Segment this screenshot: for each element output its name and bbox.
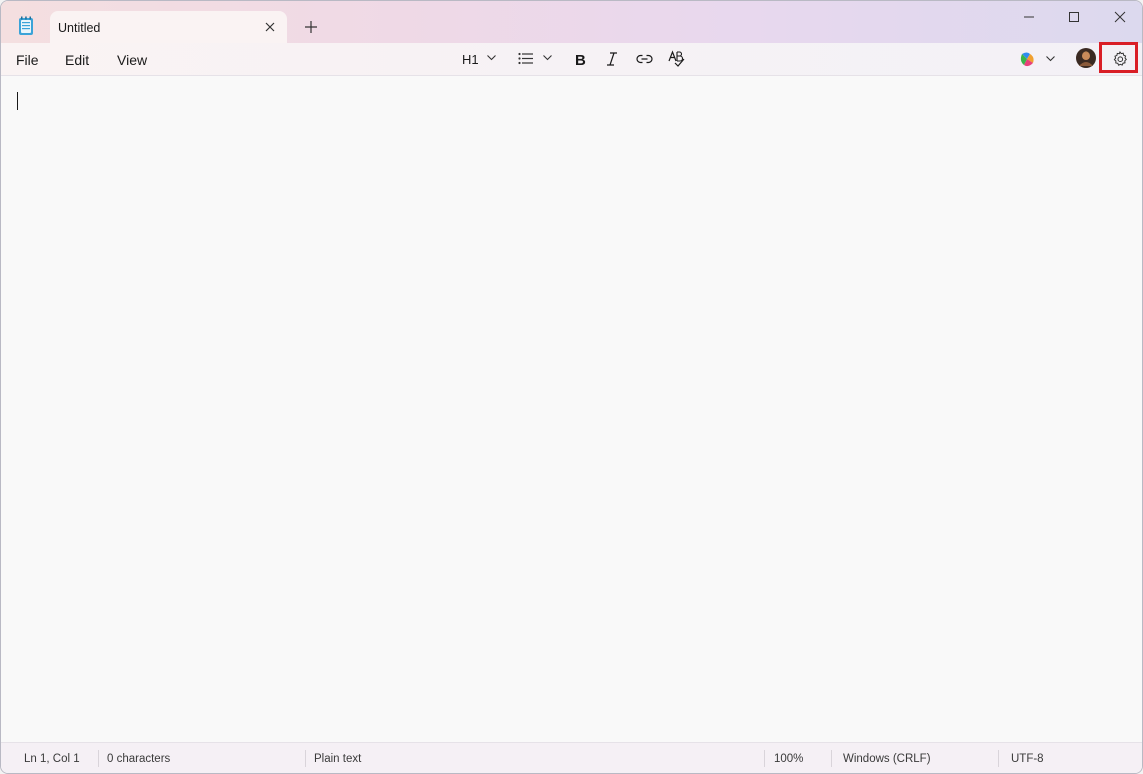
link-icon[interactable] — [636, 50, 653, 68]
minimize-icon — [1024, 16, 1034, 18]
chevron-down-icon — [1046, 56, 1055, 62]
status-divider — [764, 750, 765, 767]
status-divider — [831, 750, 832, 767]
tab-untitled[interactable]: Untitled — [50, 11, 287, 43]
close-window-button[interactable] — [1106, 7, 1134, 27]
text-editor[interactable] — [1, 76, 1142, 741]
minimize-button[interactable] — [1015, 7, 1043, 27]
menu-file[interactable]: File — [16, 52, 39, 68]
copilot-dropdown[interactable] — [1019, 50, 1057, 68]
maximize-icon — [1069, 12, 1079, 22]
list-dropdown[interactable] — [518, 50, 554, 68]
notepad-icon — [19, 16, 33, 35]
status-divider — [98, 750, 99, 767]
bold-icon[interactable]: B — [574, 50, 588, 68]
status-zoom[interactable]: 100% — [774, 753, 803, 765]
tab-title: Untitled — [58, 21, 101, 35]
status-characters: 0 characters — [107, 753, 171, 765]
svg-text:B: B — [575, 52, 586, 68]
status-divider — [305, 750, 306, 767]
copilot-icon — [1020, 52, 1034, 67]
status-encoding: UTF-8 — [1011, 753, 1044, 765]
plus-icon[interactable] — [303, 19, 319, 35]
status-bar: Ln 1, Col 1 0 characters Plain text 100%… — [1, 742, 1142, 773]
maximize-button[interactable] — [1060, 7, 1088, 27]
close-icon — [1114, 11, 1126, 23]
chevron-down-icon — [543, 55, 552, 61]
status-divider — [998, 750, 999, 767]
chevron-down-icon — [487, 55, 496, 61]
title-bar: Untitled — [1, 1, 1142, 43]
list-icon — [518, 52, 533, 65]
notepad-window: Untitled File Edit View H1 B Ln 1, Col 1… — [0, 0, 1143, 774]
status-format[interactable]: Plain text — [314, 753, 361, 765]
menu-edit[interactable]: Edit — [65, 52, 89, 68]
status-position: Ln 1, Col 1 — [24, 753, 80, 765]
heading-label: H1 — [462, 52, 479, 67]
close-icon[interactable] — [263, 20, 277, 34]
settings-highlight-box — [1099, 42, 1138, 73]
status-line-ending: Windows (CRLF) — [843, 753, 931, 765]
text-caret — [17, 92, 18, 110]
menu-bar: File Edit View H1 B — [1, 43, 1142, 76]
menu-view[interactable]: View — [117, 52, 147, 68]
italic-icon[interactable] — [605, 50, 619, 68]
avatar[interactable] — [1076, 48, 1096, 68]
spellcheck-icon[interactable] — [668, 50, 686, 68]
heading-dropdown[interactable]: H1 — [456, 50, 501, 68]
